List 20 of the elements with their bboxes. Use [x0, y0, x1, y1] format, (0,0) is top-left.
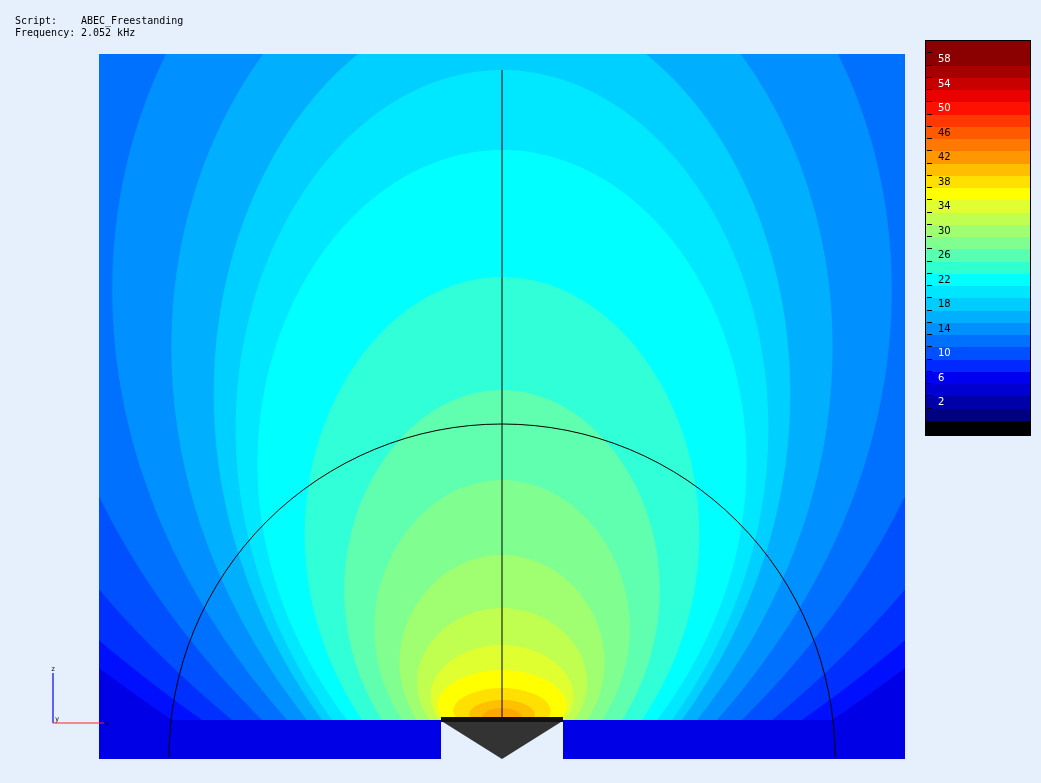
info-label: Frequency: [15, 27, 77, 39]
info-value: ABEC_Freestanding [81, 15, 184, 27]
scale-label: 2 [938, 396, 945, 409]
info-label: Script: [15, 15, 59, 27]
scale-label: 42 [938, 151, 951, 164]
scale-label: 26 [938, 249, 951, 262]
scale-label: 38 [938, 175, 951, 188]
scale-label: 54 [938, 77, 951, 90]
scale-label: 6 [938, 371, 945, 384]
scale-label: 30 [938, 224, 951, 237]
scale-label: 50 [938, 102, 951, 115]
scale-label: 14 [938, 322, 951, 335]
info-value: 2.052 kHz [81, 27, 136, 39]
scale-label: 18 [938, 298, 951, 311]
scale-label: 22 [938, 273, 951, 286]
scale-label: 34 [938, 200, 951, 213]
scale-label: 46 [938, 126, 951, 139]
axes-icon [52, 672, 105, 724]
scale-label: 10 [938, 347, 951, 360]
scale-label: 58 [938, 53, 951, 66]
